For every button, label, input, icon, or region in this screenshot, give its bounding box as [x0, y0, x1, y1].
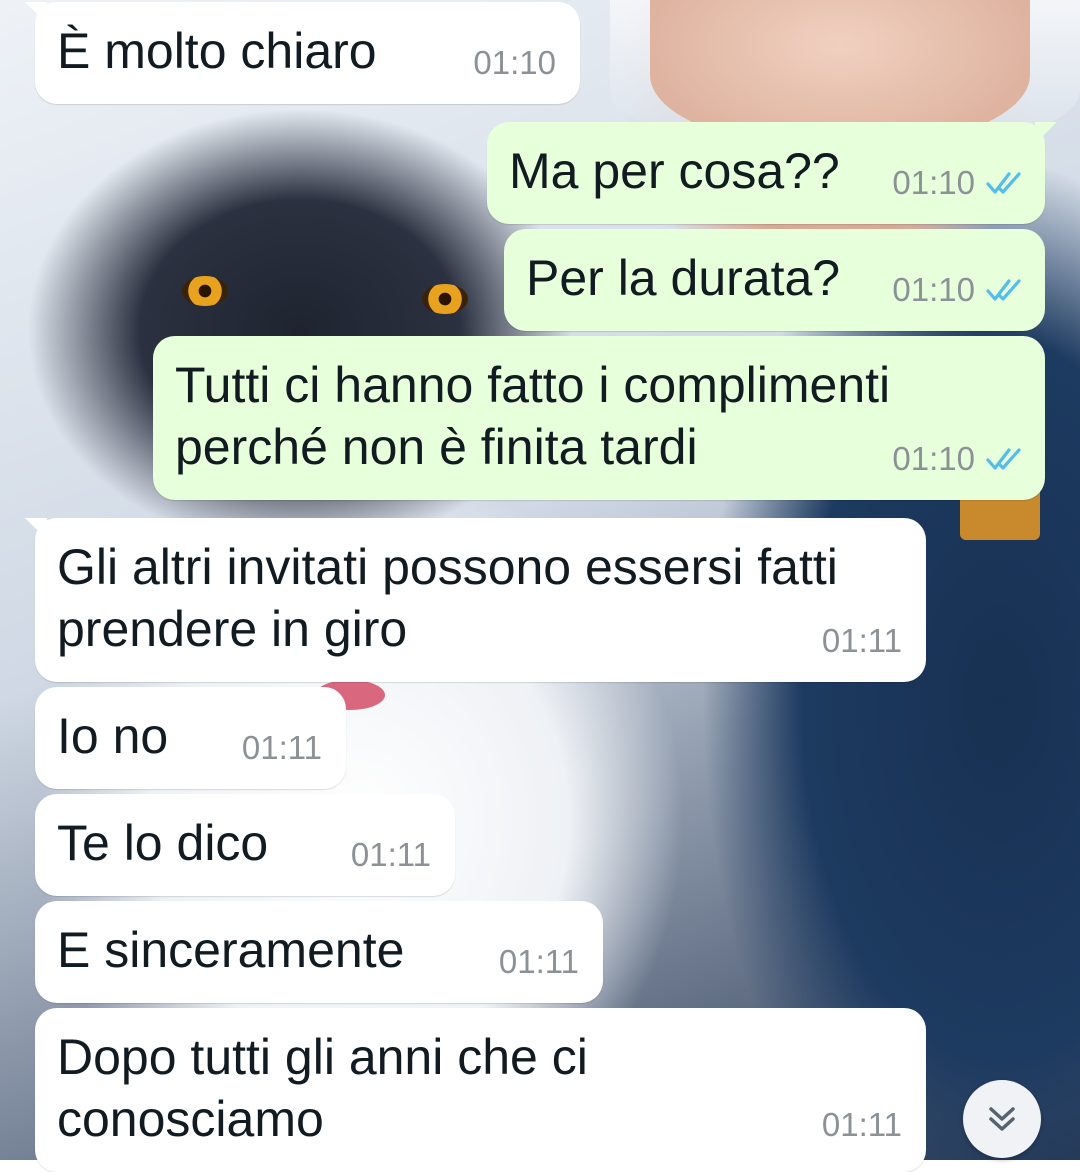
- message-bubble-incoming[interactable]: Te lo dico 01:11: [35, 794, 455, 896]
- message-meta: 01:11: [822, 1094, 902, 1156]
- bubble-tail: [1035, 122, 1057, 144]
- bubble-tail: [25, 518, 47, 540]
- message-meta: 01:10: [892, 259, 1027, 321]
- message-bubble-incoming[interactable]: E sinceramente 01:11: [35, 901, 603, 1003]
- message-text: Gli altri invitati possono essersi fatti…: [57, 539, 838, 657]
- message-meta: 01:10: [892, 152, 1027, 214]
- message-meta: 01:10: [473, 32, 556, 94]
- message-time: 01:11: [498, 943, 579, 980]
- message-meta: 01:11: [499, 931, 579, 993]
- message-time: 01:11: [241, 729, 322, 766]
- message-bubble-incoming[interactable]: Dopo tutti gli anni che ci conosciamo 01…: [35, 1008, 926, 1172]
- message-meta: 01:11: [242, 717, 322, 779]
- double-check-icon: [986, 279, 1021, 301]
- message-meta: 01:10: [892, 428, 1027, 490]
- message-time: 01:11: [821, 622, 902, 659]
- message-bubble-incoming[interactable]: Gli altri invitati possono essersi fatti…: [25, 518, 926, 682]
- message-bubble-outgoing[interactable]: Ma per cosa?? 01:10: [487, 122, 1057, 224]
- message-bubble-incoming[interactable]: Io no 01:11: [35, 687, 346, 789]
- message-time: 01:11: [350, 836, 431, 873]
- scroll-to-bottom-button[interactable]: [963, 1080, 1041, 1158]
- message-text: Dopo tutti gli anni che ci conosciamo: [57, 1029, 588, 1147]
- message-meta: 01:11: [351, 824, 431, 886]
- double-check-icon: [986, 448, 1021, 470]
- message-bubble-outgoing[interactable]: Tutti ci hanno fatto i complimenti perch…: [153, 336, 1045, 500]
- message-bubble-outgoing[interactable]: Per la durata? 01:10: [504, 229, 1045, 331]
- message-time: 01:10: [892, 164, 975, 201]
- message-bubble-incoming[interactable]: È molto chiaro 01:10: [25, 2, 580, 104]
- message-time: 01:10: [473, 44, 556, 81]
- message-time: 01:11: [821, 1106, 902, 1143]
- message-time: 01:10: [892, 271, 975, 308]
- message-time: 01:10: [892, 440, 975, 477]
- double-check-icon: [986, 172, 1021, 194]
- message-list[interactable]: È molto chiaro 01:10 Ma per cosa?? 01:10…: [0, 0, 1080, 1172]
- bubble-tail: [25, 2, 47, 24]
- double-chevron-down-icon: [989, 1107, 1015, 1131]
- message-meta: 01:11: [822, 610, 902, 672]
